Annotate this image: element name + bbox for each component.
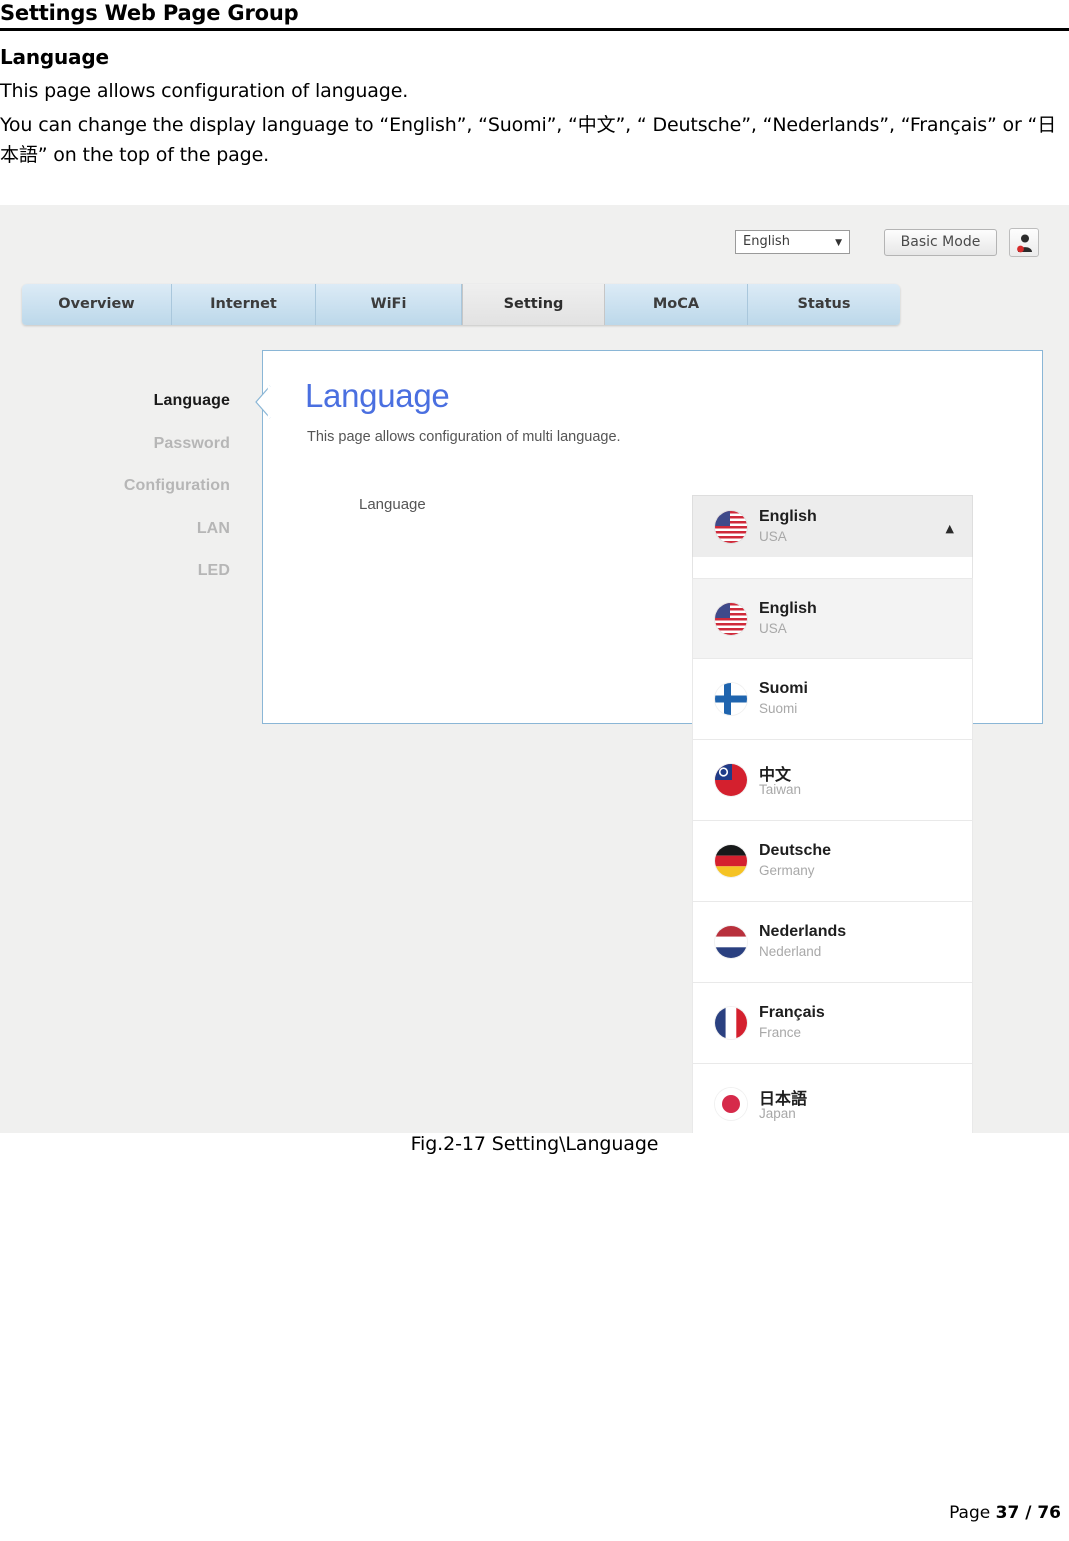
panel-title: Language (305, 377, 450, 414)
header-divider (0, 28, 1069, 31)
dropdown-option-name: Suomi (759, 680, 808, 697)
dropdown-option-deutsche[interactable]: Deutsche Germany (692, 821, 973, 902)
flag-finland-icon (715, 683, 747, 715)
sidebar-item-language[interactable]: Language (100, 380, 260, 423)
flag-usa-icon (715, 510, 747, 543)
dropdown-option-nederlands[interactable]: Nederlands Nederland (692, 902, 973, 983)
page-footer: Page 37 / 76 (949, 1503, 1061, 1523)
dropdown-option-english[interactable]: English USA (692, 578, 973, 659)
dropdown-option-name: Nederlands (759, 923, 847, 940)
flag-netherlands-icon (715, 926, 747, 958)
dropdown-selected-name: English (759, 507, 817, 525)
flag-france-icon (715, 1007, 747, 1039)
footer-page-number: 37 / 76 (995, 1503, 1061, 1523)
user-account-button[interactable] (1009, 228, 1039, 257)
chevron-down-icon: ▼ (835, 238, 842, 248)
dropdown-option-name: English (759, 599, 817, 617)
dropdown-option-chinese[interactable]: 中文 Taiwan (692, 740, 973, 821)
language-dropdown[interactable]: English USA ▲ English USA Suomi Suomi 中文… (692, 495, 973, 1133)
main-nav-tabs[interactable]: Overview Internet WiFi Setting MoCA Stat… (22, 284, 900, 325)
flag-taiwan-icon (715, 764, 747, 796)
document-body: Language This page allows configuration … (0, 36, 1069, 174)
sidebar-item-lan[interactable]: LAN (100, 508, 260, 551)
dropdown-option-region: Nederland (759, 944, 822, 959)
paragraph-intro: This page allows configuration of langua… (0, 80, 409, 102)
tab-overview[interactable]: Overview (22, 284, 172, 325)
flag-germany-icon (715, 845, 747, 877)
dropdown-option-name: Français (759, 1004, 825, 1021)
flag-japan-icon (715, 1088, 747, 1120)
basic-mode-button[interactable]: Basic Mode (884, 229, 997, 256)
language-select[interactable]: English ▼ (735, 230, 850, 254)
dropdown-option-name: Deutsche (759, 842, 832, 859)
figure-screenshot: English ▼ Basic Mode Overview Internet W… (0, 205, 1069, 1133)
dropdown-option-region: Japan (759, 1106, 796, 1121)
dropdown-selected-value[interactable]: English USA ▲ (692, 495, 973, 557)
section-title: Language (0, 45, 109, 69)
document-header: Settings Web Page Group (0, 0, 1069, 31)
panel-pointer-notch (255, 385, 271, 419)
dropdown-option-region: USA (759, 620, 787, 636)
document-header-title: Settings Web Page Group (0, 1, 299, 25)
dropdown-option-region: France (759, 1025, 802, 1040)
ui-topbar: English ▼ Basic Mode (0, 205, 1069, 267)
sidebar-item-configuration[interactable]: Configuration (100, 465, 260, 508)
tab-wifi[interactable]: WiFi (316, 284, 462, 325)
paragraph-languages: You can change the display language to “… (0, 114, 1057, 166)
flag-usa-icon (715, 602, 747, 635)
sidebar-item-led[interactable]: LED (100, 550, 260, 593)
panel-subtitle: This page allows configuration of multi … (307, 429, 621, 445)
chevron-up-icon[interactable]: ▲ (946, 522, 954, 535)
dropdown-option-list[interactable]: English USA Suomi Suomi 中文 Taiwan Deutsc… (692, 578, 973, 1133)
dropdown-option-region: Taiwan (759, 782, 802, 797)
tab-status[interactable]: Status (748, 284, 900, 325)
tab-moca[interactable]: MoCA (605, 284, 748, 325)
router-web-ui: English ▼ Basic Mode Overview Internet W… (0, 205, 1069, 1133)
footer-label: Page (949, 1503, 996, 1523)
dropdown-option-region: Germany (759, 863, 815, 878)
sidebar-item-password[interactable]: Password (100, 423, 260, 466)
tab-internet[interactable]: Internet (172, 284, 316, 325)
language-select-value: English (743, 234, 790, 249)
tab-setting[interactable]: Setting (462, 284, 605, 325)
language-field-label: Language (359, 496, 426, 513)
settings-sidebar[interactable]: Language Password Configuration LAN LED (100, 380, 260, 593)
dropdown-option-region: Suomi (759, 701, 798, 716)
dropdown-selected-region: USA (759, 528, 787, 544)
dropdown-spacer (692, 557, 973, 578)
dropdown-option-francais[interactable]: Français France (692, 983, 973, 1064)
figure-caption: Fig.2-17 Setting\Language (410, 1133, 659, 1155)
dropdown-option-japanese[interactable]: 日本語 Japan (692, 1064, 973, 1133)
dropdown-option-suomi[interactable]: Suomi Suomi (692, 659, 973, 740)
